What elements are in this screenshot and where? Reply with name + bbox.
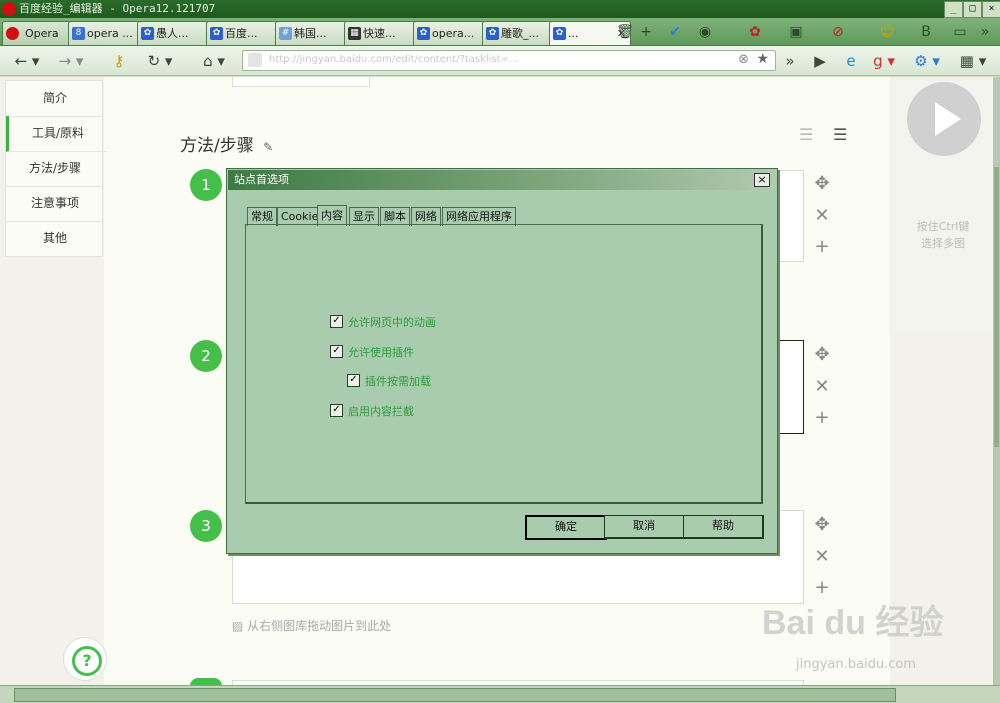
previous-box [232,77,370,87]
ok-button[interactable]: 确定 [525,515,607,540]
step-number-3: 3 [190,510,222,542]
question-icon: ? [72,646,102,676]
left-nav-steps[interactable]: 方法/步骤 [6,151,104,187]
baidu-paw-icon: ✿ [553,27,566,40]
reload-icon[interactable]: ↻ ▾ [143,51,177,71]
fast-forward-icon[interactable]: » [780,51,800,71]
trash-icon[interactable]: 🗑 [615,22,635,42]
help-dialog-button[interactable]: 帮助 [683,515,764,539]
address-field[interactable]: http://jingyan.baidu.com/edit/content/?t… [242,50,776,71]
block-icon[interactable]: ⊘ [828,22,848,42]
navigation-bar: ← ▾ → ▾ ⚷ ↻ ▾ ⌂ ▾ http://jingyan.baidu.c… [0,46,1000,76]
left-nav: 简介 工具/原料 方法/步骤 注意事项 其他 [5,80,107,257]
vertical-scrollbar[interactable] [993,77,1000,687]
step-number-2: 2 [190,340,222,372]
delete-icon[interactable]: ✕ [810,546,834,567]
step-number-1: 1 [190,169,222,201]
delete-icon[interactable]: ✕ [810,205,834,226]
play-icon[interactable]: ▶ [810,51,830,71]
move-icon[interactable]: ✥ [810,514,834,535]
opera-menu-icon [6,27,19,40]
list-icon[interactable]: ☰ [833,125,847,144]
dialog-close-button[interactable]: × [754,173,770,187]
label-plugins-on-demand: 插件按需加载 [365,375,431,388]
label-allow-animation: 允许网页中的动画 [348,316,436,329]
edit-pencil-icon[interactable]: ✎ [263,140,273,154]
label-allow-plugins: 允许使用插件 [348,346,414,359]
back-icon[interactable]: ← ▾ [12,51,42,71]
left-nav-notes[interactable]: 注意事项 [6,186,104,222]
window-titlebar: 百度经验_编辑器 - Opera12.121707 _ □ × [0,0,1000,18]
help-button[interactable]: ? [63,637,107,681]
baidu-paw-icon: ✿ [141,27,154,40]
dialog-title: 站点首选项 [228,170,776,190]
google-icon: 8 [72,27,85,40]
horizontal-scrollbar[interactable] [0,685,1000,703]
settings-gear-icon[interactable]: ⚙ ▾ [910,51,944,71]
site-info-icon[interactable] [248,53,262,67]
label-content-blocking: 启用内容拦截 [348,405,414,418]
folder-icon[interactable]: ▭ [950,22,970,42]
image-drop-hint: ▨ 从右侧图库拖动图片到此处 [232,619,392,633]
sync-icon[interactable]: ✔ [665,22,685,42]
ordered-list-icon[interactable]: ☰ [799,125,813,144]
watermark-url: jingyan.baidu.com [796,657,916,672]
move-icon[interactable]: ✥ [810,173,834,194]
checkbox-allow-plugins[interactable]: ✓ [330,345,343,358]
image-icon[interactable]: ▣ [786,22,806,42]
baidu-watermark: Bai du 经验 [762,604,944,642]
baidu-paw-icon: ✿ [486,27,499,40]
image-library-panel: 按住Ctrl键 选择多图 [893,80,993,332]
video-play-icon[interactable] [907,82,981,156]
left-nav-tools[interactable]: 工具/原料 [6,116,107,152]
delete-icon[interactable]: ✕ [810,376,834,397]
clear-icon[interactable]: ⊗ [738,52,749,67]
cancel-button[interactable]: 取消 [604,515,685,539]
home-icon[interactable]: ⌂ ▾ [196,51,232,71]
tab-bar: Opera 8 opera ... ✿ 愚人... ✿ 百度... # 韩国... ▦ 快… [0,18,1000,46]
baidu-paw-icon: ✿ [210,27,223,40]
speed-dial-icon: ▦ [348,27,361,40]
grid-menu-icon[interactable]: ▦ ▾ [957,51,989,71]
add-icon[interactable]: + [810,236,834,257]
bookmark-star-icon[interactable]: ★ [756,51,769,67]
new-tab-icon[interactable]: + [636,22,656,42]
key-icon[interactable]: ⚷ [108,51,130,71]
menu-more-icon[interactable]: » [975,22,995,42]
move-icon[interactable]: ✥ [810,344,834,365]
add-icon[interactable]: + [810,407,834,428]
left-nav-other[interactable]: 其他 [6,221,104,256]
window-title: 百度经验_编辑器 - Opera12.121707 [19,2,216,15]
hash-icon: # [279,27,292,40]
ctrl-hint: 按住Ctrl键 选择多图 [916,220,970,250]
image-placeholder-icon: ▨ [232,619,244,633]
content-tab-panel: ✓ 允许网页中的动画 ✓ 允许使用插件 ✓ 插件按需加载 ✓ 启用内容拦截 [245,224,763,504]
b-icon[interactable]: B [916,22,936,42]
opera-logo-icon [2,2,16,16]
close-window-button[interactable]: × [982,1,1000,18]
smiley-icon[interactable]: ☺ [877,22,897,42]
extension-icon[interactable]: ✿ [745,22,765,42]
checkbox-plugins-on-demand[interactable]: ✓ [347,374,360,387]
section-title: 方法/步骤 ✎ [180,136,274,156]
left-nav-intro[interactable]: 简介 [6,81,104,117]
baidu-paw-icon: ✿ [417,27,430,40]
site-preferences-dialog: 站点首选项 × 常规 Cookie 内容 显示 脚本 网络 网络应用程序 ✓ 允… [226,168,778,554]
eye-icon[interactable]: ◉ [695,22,715,42]
google-search-icon[interactable]: g ▾ [868,51,900,71]
tab-content[interactable]: 内容 [317,205,347,226]
minimize-button[interactable]: _ [944,1,963,18]
forward-icon[interactable]: → ▾ [54,51,88,71]
checkbox-allow-animation[interactable]: ✓ [330,315,343,328]
restore-button[interactable]: □ [963,1,982,18]
address-url: http://jingyan.baidu.com/edit/content/?t… [269,54,519,65]
checkbox-content-blocking[interactable]: ✓ [330,404,343,417]
ie-icon[interactable]: e [840,51,862,71]
